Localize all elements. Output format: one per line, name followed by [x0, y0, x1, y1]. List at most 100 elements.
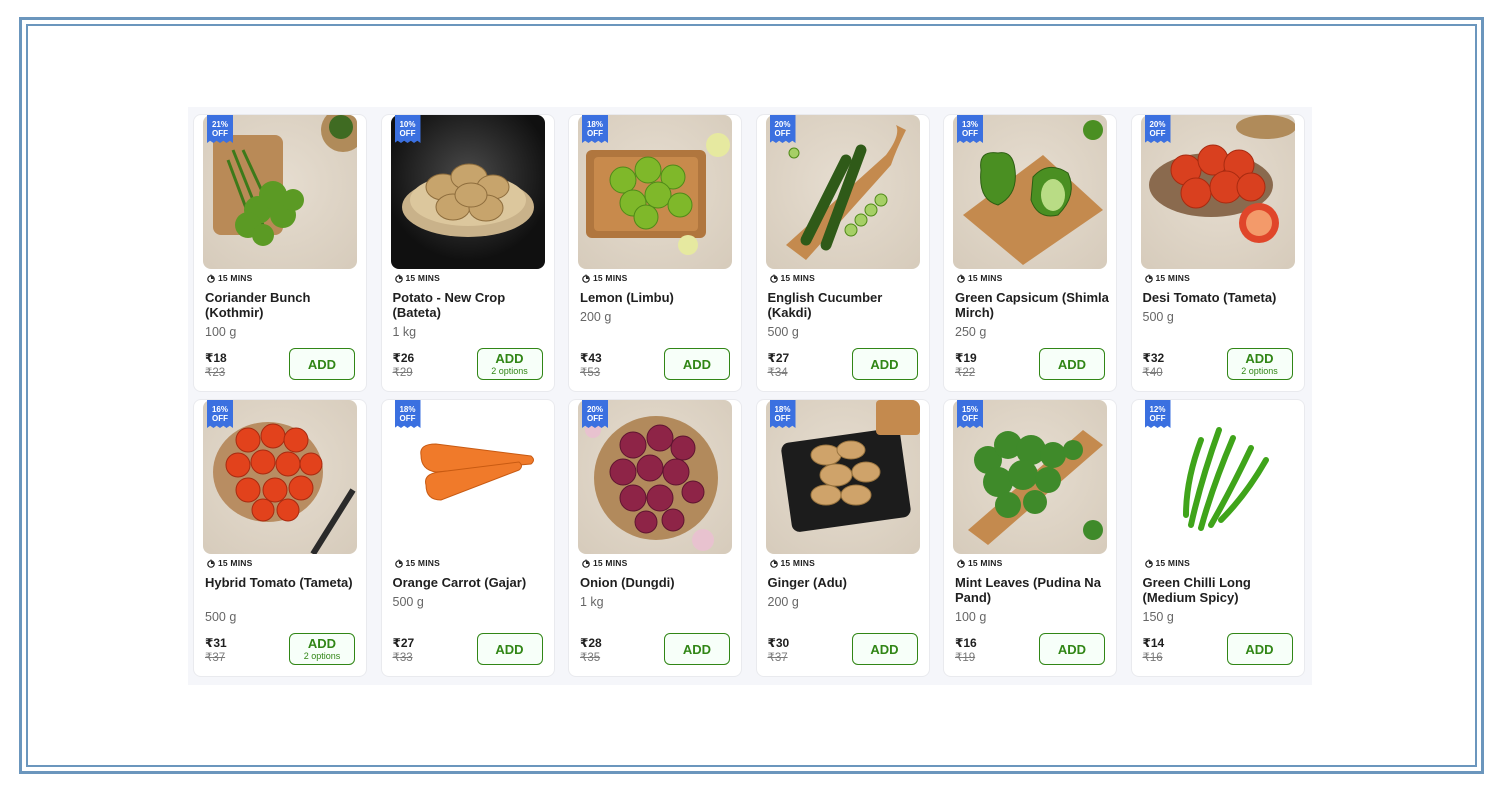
product-name: Lemon (Limbu) — [580, 290, 674, 305]
add-button[interactable]: ADD — [1226, 633, 1293, 665]
add-button[interactable]: ADD 2 options — [476, 348, 543, 380]
timer-icon — [957, 559, 965, 568]
product-card[interactable]: 21% OFF 15 MINS Coriander Bunch (Kothmir)… — [193, 114, 367, 392]
add-button[interactable]: ADD — [1039, 633, 1105, 665]
discount-badge: 16% OFF — [207, 400, 233, 428]
product-name: Ginger (Adu) — [767, 575, 847, 590]
product-price: ₹43 — [580, 351, 602, 365]
product-mrp: ₹22 — [955, 367, 976, 379]
product-name: Desi Tomato (Tameta) — [1142, 290, 1277, 305]
product-weight: 1 kg — [392, 325, 417, 339]
timer-icon — [769, 274, 778, 283]
product-grid-panel: 21% OFF 15 MINS Coriander Bunch (Kothmir)… — [188, 107, 1312, 685]
product-card[interactable]: 12% OFF 15 MINS Green Chilli Long (Medium… — [1130, 399, 1305, 677]
product-weight: 500 g — [205, 610, 237, 624]
timer-icon — [769, 559, 778, 568]
product-price: ₹31 — [205, 636, 227, 650]
product-weight: 250 g — [955, 325, 987, 339]
product-card[interactable]: 18% OFF 15 MINS Orange Carrot (Gajar) 500… — [380, 399, 555, 677]
product-price: ₹28 — [580, 636, 602, 650]
product-name: Onion (Dungdi) — [580, 575, 675, 590]
discount-badge: 20% OFF — [582, 400, 608, 428]
product-mrp: ₹40 — [1142, 367, 1163, 379]
discount-badge: 18% OFF — [769, 400, 796, 428]
delivery-eta: 15 MINS — [207, 557, 252, 569]
add-button[interactable]: ADD — [851, 633, 918, 665]
product-weight: 500 g — [392, 595, 424, 609]
delivery-eta: 15 MINS — [957, 272, 1002, 284]
product-weight: 200 g — [767, 595, 799, 609]
product-card[interactable]: 10% OFF 15 MINS Potato - New Crop (Bateta… — [380, 114, 555, 392]
product-name: Green Capsicum (Shimla Mirch) — [955, 290, 1109, 320]
timer-icon — [582, 274, 590, 283]
product-name: Coriander Bunch (Kothmir) — [205, 290, 311, 320]
product-name: Orange Carrot (Gajar) — [392, 575, 527, 590]
discount-badge: 12% OFF — [1144, 400, 1171, 428]
product-mrp: ₹53 — [580, 367, 601, 379]
product-name: Green Chilli Long (Medium Spicy) — [1142, 575, 1251, 605]
product-weight: 100 g — [955, 610, 987, 624]
discount-badge: 18% OFF — [394, 400, 421, 428]
product-mrp: ₹33 — [392, 652, 413, 664]
product-card[interactable]: 18% OFF 15 MINS Lemon (Limbu) 200 g ₹43 ₹… — [568, 114, 742, 392]
product-mrp: ₹37 — [205, 652, 226, 664]
product-price: ₹27 — [392, 636, 415, 650]
add-button[interactable]: ADD — [1039, 348, 1105, 380]
discount-badge: 13% OFF — [957, 115, 983, 143]
product-card[interactable]: 20% OFF 15 MINS Onion (Dungdi) 1 kg ₹28 ₹… — [568, 399, 742, 677]
product-card[interactable]: 20% OFF 15 MINS Desi Tomato (Tameta) 500 … — [1130, 114, 1305, 392]
delivery-eta: 15 MINS — [957, 557, 1002, 569]
product-card[interactable]: 15% OFF 15 MINS Mint Leaves (Pudina Na Pa… — [943, 399, 1117, 677]
product-price: ₹30 — [767, 636, 790, 650]
timer-icon — [394, 559, 403, 568]
timer-icon — [207, 274, 215, 283]
timer-icon — [1144, 274, 1153, 283]
add-button[interactable]: ADD — [851, 348, 918, 380]
product-price: ₹32 — [1142, 351, 1165, 365]
product-price: ₹14 — [1142, 636, 1165, 650]
product-card[interactable]: 20% OFF 15 MINS English Cucumber (Kakdi) … — [755, 114, 930, 392]
discount-badge: 10% OFF — [394, 115, 421, 143]
discount-badge: 15% OFF — [957, 400, 983, 428]
add-button[interactable]: ADD — [476, 633, 543, 665]
product-mrp: ₹34 — [767, 367, 788, 379]
product-mrp: ₹23 — [205, 367, 226, 379]
product-price: ₹27 — [767, 351, 790, 365]
timer-icon — [957, 274, 965, 283]
discount-badge: 20% OFF — [769, 115, 796, 143]
add-button[interactable]: ADD — [289, 348, 355, 380]
timer-icon — [207, 559, 215, 568]
product-name: English Cucumber (Kakdi) — [767, 290, 883, 320]
product-mrp: ₹37 — [767, 652, 788, 664]
product-price: ₹19 — [955, 351, 977, 365]
delivery-eta: 15 MINS — [582, 272, 627, 284]
add-button[interactable]: ADD 2 options — [1226, 348, 1293, 380]
add-button[interactable]: ADD 2 options — [289, 633, 355, 665]
delivery-eta: 15 MINS — [394, 557, 440, 569]
product-mrp: ₹35 — [580, 652, 601, 664]
product-weight: 150 g — [1142, 610, 1174, 624]
delivery-eta: 15 MINS — [769, 557, 815, 569]
product-weight: 200 g — [580, 310, 612, 324]
product-mrp: ₹19 — [955, 652, 976, 664]
add-button[interactable]: ADD — [664, 348, 730, 380]
product-mrp: ₹16 — [1142, 652, 1163, 664]
product-card[interactable]: 13% OFF 15 MINS Green Capsicum (Shimla Mi… — [943, 114, 1117, 392]
product-weight: 500 g — [1142, 310, 1174, 324]
delivery-eta: 15 MINS — [769, 272, 815, 284]
product-price: ₹16 — [955, 636, 977, 650]
product-weight: 500 g — [767, 325, 799, 339]
add-button[interactable]: ADD — [664, 633, 730, 665]
delivery-eta: 15 MINS — [1144, 272, 1190, 284]
product-card[interactable]: 18% OFF 15 MINS Ginger (Adu) 200 g ₹30 ₹3… — [755, 399, 930, 677]
timer-icon — [582, 559, 590, 568]
product-mrp: ₹29 — [392, 367, 413, 379]
product-name: Potato - New Crop (Bateta) — [392, 290, 506, 320]
delivery-eta: 15 MINS — [1144, 557, 1190, 569]
product-card[interactable]: 16% OFF 15 MINS Hybrid Tomato (Tameta) 50… — [193, 399, 367, 677]
delivery-eta: 15 MINS — [582, 557, 627, 569]
product-grid: 21% OFF 15 MINS Coriander Bunch (Kothmir)… — [193, 114, 1305, 677]
discount-badge: 21% OFF — [207, 115, 233, 143]
product-price: ₹26 — [392, 351, 415, 365]
timer-icon — [1144, 559, 1153, 568]
